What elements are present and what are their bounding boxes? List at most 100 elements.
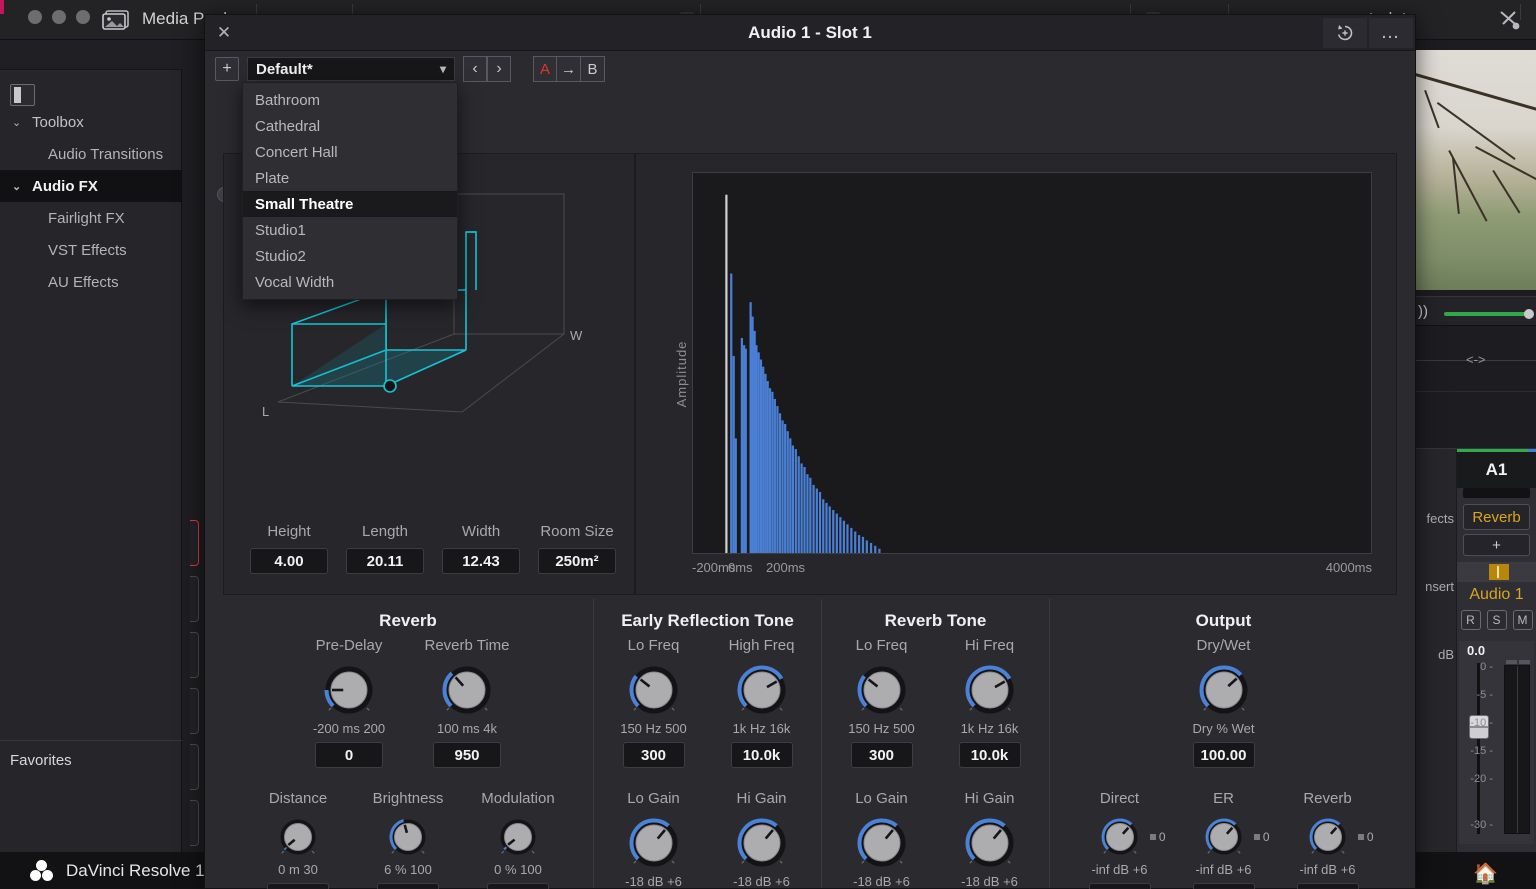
room-field-room-size[interactable]: Room Size 250m² [538,523,616,574]
clip-tab-active[interactable] [190,520,199,566]
speaker-icon[interactable]: )) [1418,303,1428,320]
mute-button[interactable]: M [1512,610,1533,630]
insert-slot-row[interactable] [1457,562,1536,582]
preset-option-vocal-width[interactable]: Vocal Width [243,269,457,295]
field-value[interactable]: 250m² [538,548,616,574]
param-value[interactable]: 300 [850,742,913,768]
knob-control[interactable]: 0 [1304,816,1374,860]
field-value[interactable]: 20.11 [346,548,424,574]
b-state-button[interactable]: B [581,56,605,82]
sidebar-item-audio-fx[interactable]: ⌄ Audio FX [0,170,182,202]
preset-option-studio1[interactable]: Studio1 [243,217,457,243]
room-field-height[interactable]: Height 4.00 [250,523,328,574]
clip-tab[interactable] [190,632,199,678]
track-id-label[interactable]: A1 [1457,452,1536,488]
param-value[interactable]: 10.0k [958,742,1021,768]
solo-button[interactable]: S [1486,610,1507,630]
preset-dropdown[interactable]: Default* ▾ [247,57,455,81]
knob-control[interactable]: 0 [1096,816,1166,860]
effect-slot-reverb[interactable]: Reverb [1463,504,1530,530]
window-traffic-lights[interactable] [28,10,90,24]
record-button[interactable]: R [1460,610,1481,630]
clip-edge-tabs[interactable] [190,520,200,856]
reset-history-icon[interactable] [1323,18,1367,48]
copy-a-to-b-button[interactable]: → [557,56,581,82]
knob-control[interactable] [852,816,912,872]
viewer-scrub-row[interactable]: <‑> [1416,330,1536,392]
param-value[interactable]: 50.00 [377,883,439,889]
knob-control[interactable] [274,816,322,860]
preset-option-plate[interactable]: Plate [243,165,457,191]
field-value[interactable]: 4.00 [250,548,328,574]
fader-area[interactable]: 0.0 0 --5 --10 --15 --20 --30 --40 --50 … [1459,641,1534,889]
volume-slider[interactable] [1444,309,1534,319]
param-value[interactable]: 0.0 [1192,883,1255,889]
record-solo-mute-group[interactable]: R S M [1457,608,1536,634]
close-window-button[interactable] [28,10,42,24]
more-options-icon[interactable]: … [1369,18,1413,48]
param-value[interactable]: 0.0 [1296,883,1359,889]
preset-option-bathroom[interactable]: Bathroom [243,87,457,113]
field-value[interactable]: 12.43 [442,548,520,574]
param-value[interactable]: 10.0k [730,742,793,768]
param-value[interactable]: 100.00 [1192,742,1255,768]
knob-control[interactable] [624,663,684,719]
minimize-window-button[interactable] [52,10,66,24]
knob-control[interactable] [960,663,1020,719]
param-value[interactable]: 300 [622,742,685,768]
close-icon[interactable]: ✕ [213,23,235,43]
knob-control[interactable] [437,663,497,719]
expand-horizontal-icon[interactable]: <‑> [1466,352,1486,367]
library-tree[interactable]: ⌄ Toolbox Audio Transitions ⌄ Audio FX Fairli… [0,106,182,298]
track-name-label[interactable]: Audio 1 [1457,582,1536,608]
clip-tab[interactable] [190,744,199,790]
a-state-button[interactable]: A [533,56,557,82]
preset-option-small-theatre[interactable]: Small Theatre [243,191,457,217]
preset-option-cathedral[interactable]: Cathedral [243,113,457,139]
knob-control[interactable] [960,816,1020,872]
sidebar-item-au-effects[interactable]: AU Effects [0,266,182,298]
knob-control[interactable] [319,663,379,719]
panel-layout-toggle-icon[interactable] [10,84,35,106]
preset-option-concert-hall[interactable]: Concert Hall [243,139,457,165]
room-field-length[interactable]: Length 20.11 [346,523,424,574]
maximize-window-button[interactable] [76,10,90,24]
home-icon[interactable]: 🏠 [1473,861,1498,886]
clip-tab[interactable] [190,688,199,734]
room-parameter-fields[interactable]: Height 4.00 Length 20.11 Width 12.43 Room Size… [250,523,616,574]
knob-control[interactable] [384,816,432,860]
clip-tab[interactable] [190,800,199,846]
room-field-width[interactable]: Width 12.43 [442,523,520,574]
param-value[interactable]: 950 [433,742,501,768]
sidebar-item-vst-effects[interactable]: VST Effects [0,234,182,266]
resolve-app-entry[interactable]: DaVinci Resolve 17 [30,860,214,882]
param-value[interactable]: 0.0 [1088,883,1151,889]
knob-control[interactable] [852,663,912,719]
knob-control[interactable] [494,816,542,860]
range-min: 150 [848,721,870,736]
add-preset-button[interactable]: + [215,57,239,81]
add-effect-button[interactable]: + [1463,534,1530,556]
knob-row: Pre-Delay -200 ms 200 0 Reverb Time 100 ms 4… [223,637,593,768]
knob-control[interactable] [624,816,684,872]
ab-compare-group[interactable]: A → B [533,56,605,82]
chevron-down-icon[interactable]: ⌄ [12,116,26,129]
clip-tab[interactable] [190,576,199,622]
param-value[interactable]: 0 [315,742,383,768]
knob-control[interactable] [732,663,792,719]
preset-option-studio2[interactable]: Studio2 [243,243,457,269]
preset-nav-group[interactable]: ‹ › [463,56,511,82]
sidebar-item-audio-transitions[interactable]: Audio Transitions [0,138,182,170]
chevron-down-icon[interactable]: ⌄ [12,180,26,193]
knob-control[interactable]: 0 [1200,816,1270,860]
knob-control[interactable] [1194,663,1254,719]
param-value[interactable]: 2.00 [487,883,549,889]
knob-control[interactable] [732,816,792,872]
next-preset-button[interactable]: › [487,56,511,82]
sidebar-item-toolbox[interactable]: ⌄ Toolbox [0,106,182,138]
preset-dropdown-menu[interactable]: Bathroom Cathedral Concert Hall Plate Small … [242,82,458,300]
param-value[interactable]: 4.00 [267,883,329,889]
sidebar-item-fairlight-fx[interactable]: Fairlight FX [0,202,182,234]
video-preview-thumbnail[interactable] [1416,50,1536,290]
previous-preset-button[interactable]: ‹ [463,56,487,82]
